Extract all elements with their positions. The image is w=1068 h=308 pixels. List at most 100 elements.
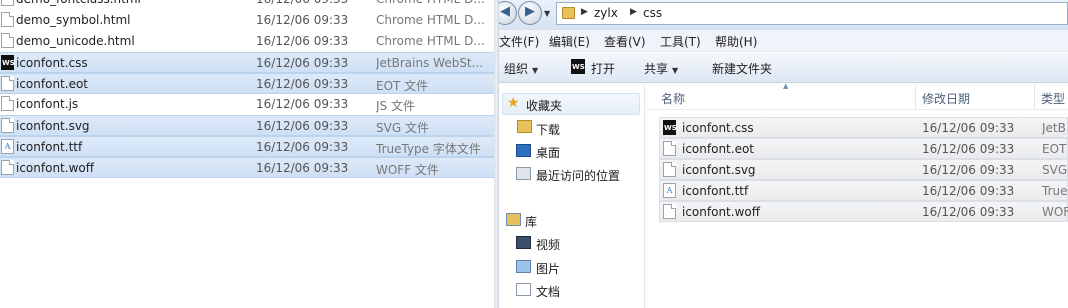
dropdown-caret-icon: ▼ [532,66,539,75]
document-icon [1,0,14,6]
file-date-modified: 16/12/06 09:33 [256,34,349,48]
video-library-icon [516,236,531,249]
file-type: Chrome HTML D... [376,34,485,48]
file-row[interactable]: iconfont.woff 16/12/06 09:33 WOFF 文件 [0,157,494,178]
webstorm-icon: WS [571,59,585,74]
menu-edit[interactable]: 编辑(E) [549,33,590,50]
breadcrumb-separator-icon[interactable]: ▶ [581,7,588,17]
file-date-modified: 16/12/06 09:33 [922,142,1015,156]
column-divider[interactable] [1034,84,1035,110]
file-date-modified: 16/12/06 09:33 [256,161,349,175]
nav-item-recent-places[interactable]: 最近访问的位置 [536,167,620,184]
documents-library-icon [516,283,531,296]
breadcrumb-css[interactable]: css [643,6,662,20]
document-icon [1,33,14,48]
file-name: iconfont.css [682,121,754,135]
nav-libraries[interactable]: 库 [525,213,537,230]
file-type: WOFF 文件 [376,163,439,177]
command-bar: 组织 ▼ WS 打开 共享 ▼ 新建文件夹 [499,53,1068,83]
file-date-modified: 16/12/06 09:33 [256,0,348,6]
column-header: ▲ 名称 修改日期 类型 [646,82,1068,110]
nav-item-desktop[interactable]: 桌面 [536,144,560,161]
file-name: demo_unicode.html [16,34,135,48]
breadcrumb-zylx[interactable]: zylx [594,6,618,20]
left-file-list: demo_fontclass.html 16/12/06 09:33 Chrome … [0,0,494,308]
file-date-modified: 16/12/06 09:33 [256,140,349,154]
document-icon [663,141,676,156]
file-row[interactable]: demo_fontclass.html 16/12/06 09:33 Chrome … [0,0,494,10]
file-date-modified: 16/12/06 09:33 [256,119,349,133]
menu-help[interactable]: 帮助(H) [715,33,757,50]
file-name: iconfont.css [16,56,88,70]
nav-favorites-label: 收藏夹 [526,99,563,113]
document-icon [1,160,14,175]
back-arrow-icon: ◀ [500,4,510,19]
nav-item-pictures[interactable]: 图片 [536,260,560,277]
back-button[interactable]: ◀ [499,1,517,25]
file-type: JetB [1042,121,1066,135]
document-icon [663,204,676,219]
file-date-modified: 16/12/06 09:33 [922,184,1015,198]
menu-bar: 文件(F) 编辑(E) 查看(V) 工具(T) 帮助(H) [499,30,1068,52]
file-row[interactable]: Aiconfont.ttf 16/12/06 09:33 True [659,180,1068,201]
file-type: TrueType 字体文件 [376,142,481,156]
share-button[interactable]: 共享 ▼ [644,60,678,77]
file-row[interactable]: Aiconfont.ttf 16/12/06 09:33 TrueType 字体文件 [0,136,494,157]
address-box[interactable]: ▶ zylx ▶ css [556,2,1068,25]
new-folder-button[interactable]: 新建文件夹 [712,60,772,77]
column-divider[interactable] [915,84,916,110]
file-row[interactable]: WS iconfont.css 16/12/06 09:33 JetBrains We… [0,52,494,73]
libraries-icon [506,213,521,226]
sort-ascending-icon: ▲ [783,82,789,90]
file-name: demo_fontclass.html [16,0,141,6]
file-name: iconfont.svg [682,163,756,177]
recent-pages-dropdown-icon[interactable]: ▼ [544,9,550,18]
menu-file[interactable]: 文件(F) [499,33,539,50]
menu-tools[interactable]: 工具(T) [660,33,701,50]
file-type: SVG [1042,163,1068,177]
file-row[interactable]: iconfont.eot 16/12/06 09:33 EOT [659,138,1068,159]
explorer-window: ◀ ▶ ▼ ▶ zylx ▶ css 文件(F) 编辑(E) 查看(V) 工具(… [499,0,1068,308]
column-date-modified[interactable]: 修改日期 [922,90,970,107]
organize-button[interactable]: 组织 ▼ [504,60,538,77]
file-type: EOT 文件 [376,79,429,93]
file-row[interactable]: iconfont.svg 16/12/06 09:33 SVG [659,159,1068,180]
nav-favorites[interactable]: ★ 收藏夹 [502,93,640,115]
file-name: iconfont.woff [16,161,94,175]
file-type: SVG 文件 [376,121,429,135]
forward-button[interactable]: ▶ [518,1,542,25]
file-row[interactable]: iconfont.js 16/12/06 09:33 JS 文件 [0,94,494,115]
navigation-pane: ★ 收藏夹 下载 桌面 最近访问的位置 库 视频 图片 文档 [499,84,645,308]
file-type: EOT [1042,142,1067,156]
file-date-modified: 16/12/06 09:33 [256,13,349,27]
file-row[interactable]: WS iconfont.css 16/12/06 09:33 JetB [659,117,1068,138]
file-row[interactable]: iconfont.eot 16/12/06 09:33 EOT 文件 [0,73,494,94]
file-date-modified: 16/12/06 09:33 [256,97,349,111]
download-folder-icon [517,120,532,133]
file-date-modified: 16/12/06 09:33 [922,205,1015,219]
open-button[interactable]: 打开 [591,60,615,77]
menu-view[interactable]: 查看(V) [604,33,646,50]
file-row[interactable]: demo_unicode.html 16/12/06 09:33 Chrome HT… [0,31,494,52]
file-row[interactable]: demo_symbol.html 16/12/06 09:33 Chrome HTM… [0,10,494,31]
file-type: True [1042,184,1068,198]
file-name: iconfont.eot [682,142,754,156]
nav-item-videos[interactable]: 视频 [536,236,560,253]
file-type: JetBrains WebSt... [376,56,484,70]
share-label: 共享 [644,62,669,76]
nav-item-documents[interactable]: 文档 [536,283,560,300]
file-name: iconfont.js [16,97,79,111]
file-row[interactable]: iconfont.woff 16/12/06 09:33 WOF [659,201,1068,222]
file-name: iconfont.eot [16,77,88,91]
file-date-modified: 16/12/06 09:33 [922,163,1015,177]
column-name[interactable]: 名称 [661,90,685,107]
breadcrumb-separator-icon[interactable]: ▶ [630,7,637,17]
column-type[interactable]: 类型 [1041,90,1065,107]
document-icon [1,76,14,91]
file-row[interactable]: iconfont.svg 16/12/06 09:33 SVG 文件 [0,115,494,136]
address-bar-area: ◀ ▶ ▼ ▶ zylx ▶ css [499,0,1068,30]
file-type: JS 文件 [376,99,415,113]
star-icon: ★ [507,95,520,111]
document-icon [1,96,14,111]
nav-item-downloads[interactable]: 下载 [536,121,560,138]
